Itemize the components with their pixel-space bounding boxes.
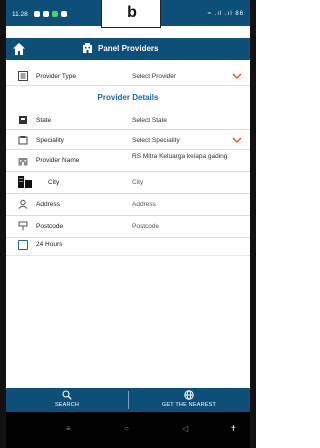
notification-icon xyxy=(43,11,49,17)
speciality-select[interactable]: Speciality Select Speciality xyxy=(6,130,250,150)
section-title: Provider Details xyxy=(97,93,159,102)
status-notification-icons xyxy=(34,11,67,17)
search-icon xyxy=(62,390,72,400)
chevron-down-icon[interactable] xyxy=(232,136,242,144)
list-icon xyxy=(18,71,28,81)
speciality-icon xyxy=(18,136,28,145)
city-icon xyxy=(18,176,32,188)
device-frame: 11.28 ≈ .ıl .ıl 86 b Panel Providers Pro… xyxy=(0,0,256,448)
action-bar: SEARCH GET THE NEAREST xyxy=(6,388,250,412)
user-icon xyxy=(18,199,28,209)
state-icon xyxy=(19,116,27,124)
city-field[interactable]: City City xyxy=(6,172,250,194)
search-button[interactable]: SEARCH xyxy=(6,388,128,412)
get-nearest-button[interactable]: GET THE NEAREST xyxy=(128,388,250,412)
status-indicators: ≈ .ıl .ıl 86 xyxy=(207,11,244,17)
mailbox-icon xyxy=(18,221,28,231)
24-hours-row xyxy=(6,238,250,256)
system-nav-bar: ≡ ○ ◁ ✝ xyxy=(6,412,250,448)
whatsapp-icon xyxy=(34,11,40,17)
city-label: City xyxy=(48,179,60,186)
provider-name-value[interactable]: RS Mitra Keluarga kelapa gading xyxy=(132,153,242,161)
provider-type-value[interactable]: Select Provider xyxy=(132,73,176,80)
address-label: Address xyxy=(36,201,60,208)
address-field[interactable]: Address Address xyxy=(6,194,250,216)
back-icon[interactable]: ◁ xyxy=(182,424,188,433)
status-time: 11.28 xyxy=(12,11,28,18)
search-label: SEARCH xyxy=(54,402,80,408)
home-nav-icon[interactable]: ○ xyxy=(124,424,129,433)
annotation-label: b xyxy=(127,4,137,21)
speciality-label: Speciality xyxy=(36,137,64,144)
postcode-field[interactable]: Postcode Postcode xyxy=(6,216,250,238)
accessibility-icon[interactable]: ✝ xyxy=(230,424,237,433)
state-value[interactable]: Select State xyxy=(132,117,167,124)
page-title: Panel Providers xyxy=(98,44,159,53)
hospital-icon xyxy=(18,158,28,166)
city-input[interactable]: City xyxy=(132,179,143,186)
address-input[interactable]: Address xyxy=(132,201,156,208)
provider-type-label: Provider Type xyxy=(36,73,76,80)
state-select[interactable]: State Select State xyxy=(6,110,250,130)
provider-name-label: Provider Name xyxy=(36,157,80,164)
speciality-value[interactable]: Select Speciality xyxy=(132,137,180,144)
state-label: State xyxy=(36,117,52,124)
globe-icon xyxy=(184,390,194,400)
postcode-label: Postcode xyxy=(36,223,64,230)
chevron-down-icon[interactable] xyxy=(232,72,242,80)
app-header: Panel Providers xyxy=(6,38,250,60)
get-nearest-label: GET THE NEAREST xyxy=(161,402,217,408)
dot-icon xyxy=(61,11,67,17)
menu-icon[interactable]: ≡ xyxy=(66,424,71,433)
home-icon[interactable] xyxy=(12,42,26,56)
postcode-input[interactable]: Postcode xyxy=(132,223,159,230)
provider-icon xyxy=(83,43,92,53)
provider-type-select[interactable]: Provider Type Select Provider xyxy=(6,66,250,86)
provider-name-field[interactable]: Provider Name RS Mitra Keluarga kelapa g… xyxy=(6,150,250,172)
screen: 11.28 ≈ .ıl .ıl 86 b Panel Providers Pro… xyxy=(6,0,250,448)
app-icon xyxy=(52,11,58,17)
annotation-label-box: b xyxy=(101,0,161,28)
